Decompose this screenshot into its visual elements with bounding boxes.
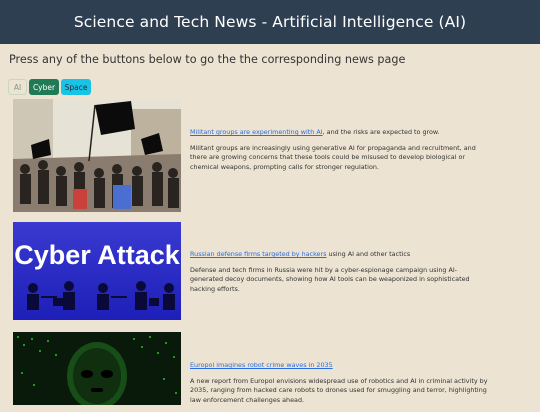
article-summary: Militant groups are increasingly using g… — [190, 143, 476, 171]
tab-space[interactable]: Space — [61, 79, 91, 95]
article-summary: A new report from Europol envisions wide… — [190, 376, 488, 404]
article-image-militants — [13, 99, 181, 212]
cyber-attack-image-text: Cyber Attack — [14, 240, 181, 270]
tab-cyber[interactable]: Cyber — [29, 79, 59, 95]
tab-ai[interactable]: AI — [8, 79, 27, 95]
article-headline-link[interactable]: Russian defense firms targeted by hacker… — [190, 250, 326, 258]
article-headline-rest: using AI and other tactics — [326, 250, 411, 258]
page-header: Science and Tech News - Artificial Intel… — [0, 0, 540, 44]
article-headline-link[interactable]: Militant groups are experimenting with A… — [190, 128, 323, 136]
article-text: Militant groups are experimenting with A… — [190, 128, 490, 179]
article-text: Europol imagines robot crime waves in 20… — [190, 361, 490, 412]
article-headline-link[interactable]: Europol imagines robot crime waves in 20… — [190, 361, 333, 369]
news-article: Militant groups are experimenting with A… — [13, 99, 523, 212]
category-tabs: AI Cyber Space — [8, 79, 91, 95]
intro-text: Press any of the buttons below to go the… — [9, 53, 406, 66]
article-image-cyber-attack: Cyber Attack — [13, 222, 181, 320]
news-article: Europol imagines robot crime waves in 20… — [13, 332, 523, 405]
article-headline-rest: , and the risks are expected to grow. — [322, 128, 440, 136]
article-text: Russian defense firms targeted by hacker… — [190, 250, 490, 301]
article-image-masked-figure — [13, 332, 181, 405]
article-summary: Defense and tech firms in Russia were hi… — [190, 265, 470, 293]
news-article: Cyber Attack Russian defense firms targe… — [13, 222, 523, 320]
page-title: Science and Tech News - Artificial Intel… — [73, 13, 467, 31]
